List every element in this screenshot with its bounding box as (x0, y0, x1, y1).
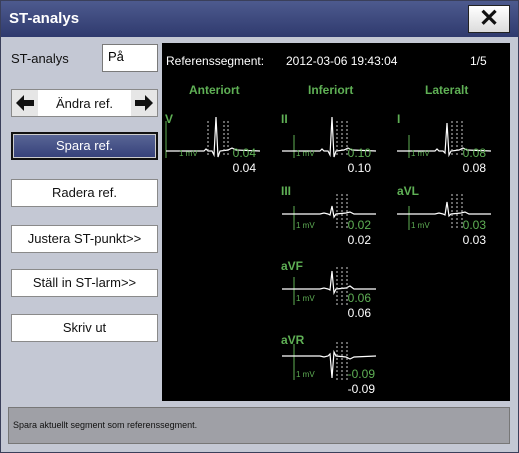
set-st-alarm-button[interactable]: Ställ in ST-larm>> (11, 269, 158, 297)
print-button[interactable]: Skriv ut (11, 314, 158, 342)
st-ref-value: 0.04 (232, 161, 256, 175)
mv-scale: 1 mV (296, 149, 315, 158)
st-value: 0.06 (347, 291, 371, 305)
column-lateral: Lateralt (425, 83, 469, 97)
title-bar: ST-analys ✕ (1, 1, 518, 37)
next-ref-button[interactable] (131, 90, 157, 116)
st-value: 0.02 (347, 218, 371, 232)
mv-scale: 1 mV (179, 149, 198, 158)
delete-ref-button[interactable]: Radera ref. (11, 179, 158, 207)
mv-scale: 1 mV (296, 370, 315, 379)
st-ref-value: -0.09 (347, 382, 375, 396)
st-value: -0.09 (347, 367, 375, 381)
st-value: 0.03 (462, 218, 486, 232)
st-ref-value: 0.06 (347, 306, 371, 320)
change-ref-control: Ändra ref. (11, 89, 158, 117)
mv-scale: 1 mV (296, 221, 315, 230)
st-analysis-label: ST-analys (11, 51, 69, 66)
ref-timestamp: 2012-03-06 19:43:04 (286, 54, 398, 68)
change-ref-label: Ändra ref. (55, 96, 114, 111)
st-analysis-dialog: ST-analys ✕ ST-analys På Ändra ref. Spar… (0, 0, 519, 453)
save-ref-button[interactable]: Spara ref. (11, 132, 158, 160)
page-indicator: 1/5 (470, 54, 487, 68)
st-ref-value: 0.03 (462, 233, 486, 247)
st-value: 0.10 (347, 146, 371, 160)
mv-scale: 1 mV (411, 221, 430, 230)
arrow-left-icon (16, 95, 34, 111)
adjust-st-point-button[interactable]: Justera ST-punkt>> (11, 225, 158, 253)
prev-ref-button[interactable] (12, 90, 38, 116)
column-inferior: Inferiort (308, 83, 354, 97)
ref-segment-label: Referenssegment: (166, 54, 265, 68)
st-segment-panel: Referenssegment: 2012-03-06 19:43:04 1/5… (162, 43, 510, 401)
close-button[interactable]: ✕ (468, 5, 510, 33)
status-text: Spara aktuellt segment som referenssegme… (13, 420, 198, 430)
status-bar: Spara aktuellt segment som referenssegme… (8, 407, 510, 444)
arrow-right-icon (135, 95, 153, 111)
close-icon: ✕ (478, 5, 500, 32)
dialog-title: ST-analys (9, 10, 80, 27)
st-analysis-select[interactable]: På (102, 44, 158, 72)
st-ref-value: 0.08 (462, 161, 486, 175)
st-value: 0.08 (462, 146, 486, 160)
st-ref-value: 0.02 (347, 233, 371, 247)
st-value: 0.04 (232, 146, 256, 160)
mv-scale: 1 mV (296, 294, 315, 303)
column-anterior: Anteriort (189, 83, 240, 97)
mv-scale: 1 mV (411, 149, 430, 158)
st-ref-value: 0.10 (347, 161, 371, 175)
